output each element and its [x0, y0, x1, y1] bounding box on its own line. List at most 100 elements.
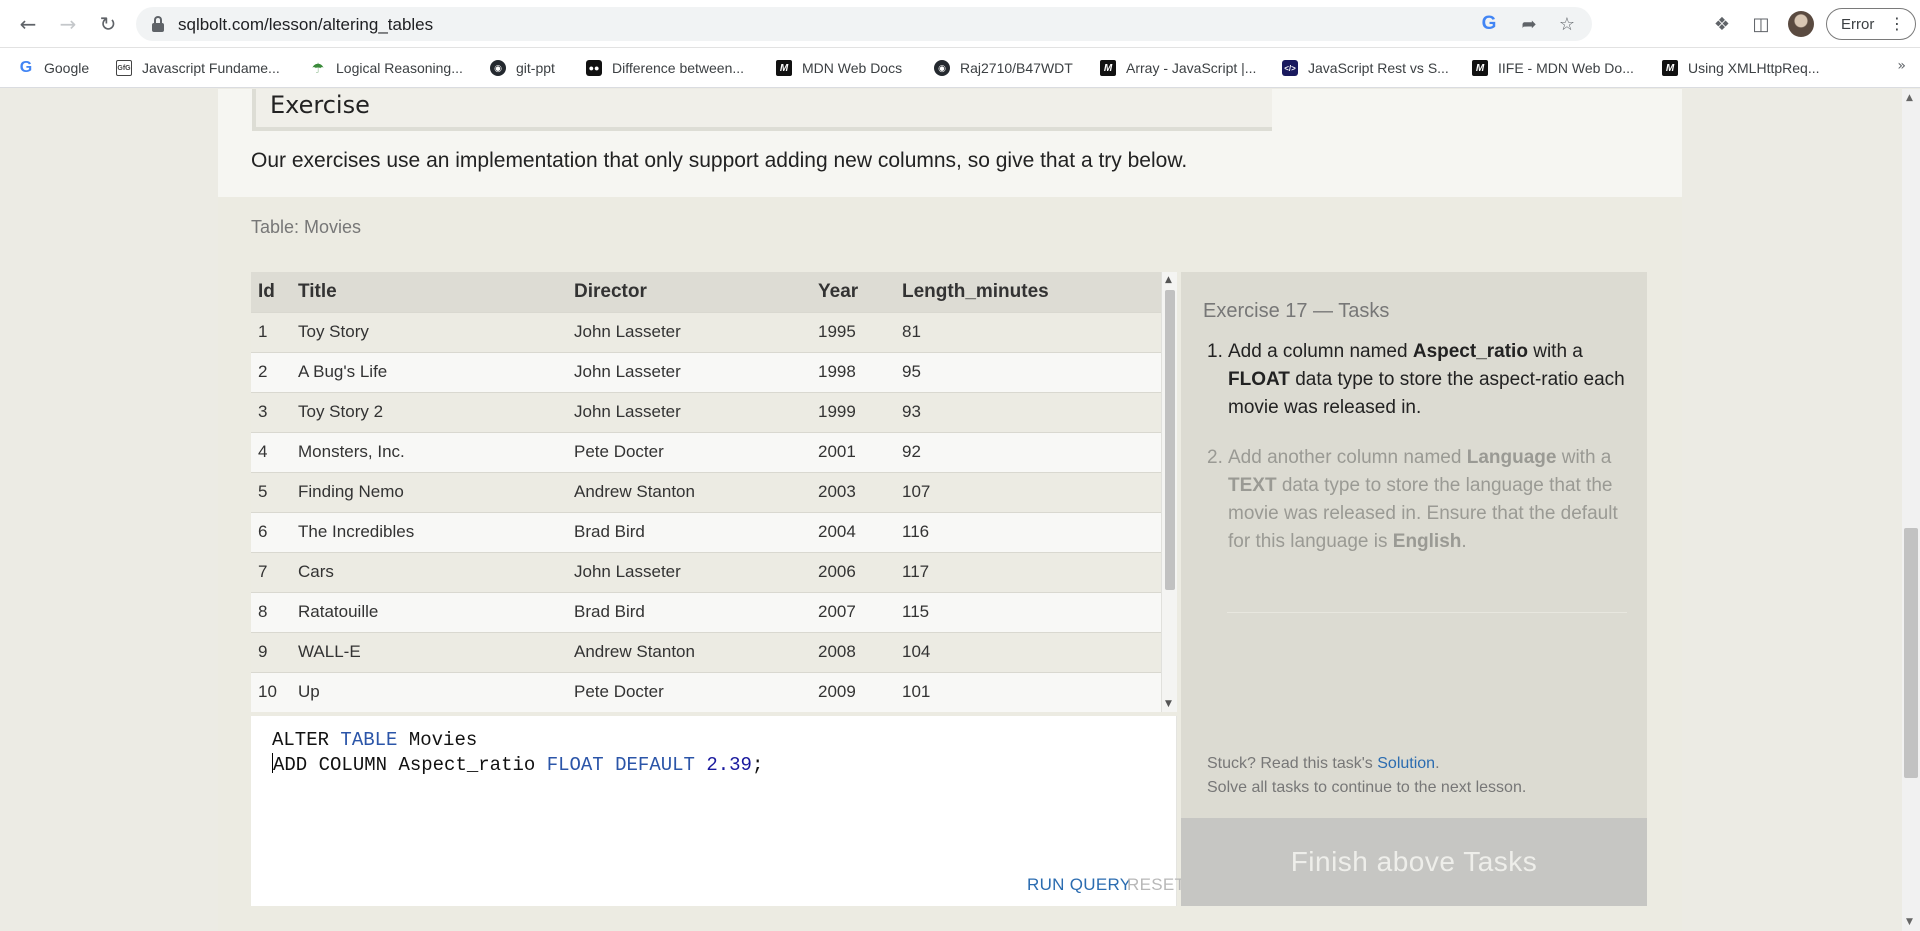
cell-director: John Lasseter — [574, 362, 681, 381]
cell-title: Toy Story — [298, 322, 369, 341]
cell-director: Andrew Stanton — [574, 642, 695, 661]
task-divider — [1227, 612, 1627, 613]
url-text[interactable]: sqlbolt.com/lesson/altering_tables — [178, 15, 433, 35]
page-scroll-thumb[interactable] — [1904, 528, 1918, 778]
star-icon[interactable]: ☆ — [1556, 13, 1578, 35]
cell-id: 7 — [258, 562, 268, 581]
cell-director: John Lasseter — [574, 402, 681, 421]
column-header-title: Title — [298, 280, 337, 302]
cell-id: 1 — [258, 322, 268, 341]
mdn-icon: M — [1100, 60, 1116, 76]
bookmark-label: Using XMLHttpReq... — [1688, 60, 1820, 76]
bookmark-array-javascript[interactable]: M Array - JavaScript |... — [1100, 54, 1256, 82]
movies-table-container[interactable]: Id Title Director Year Length_minutes 1 T… — [251, 272, 1177, 712]
bookmark-iife-mdn[interactable]: M IIFE - MDN Web Do... — [1472, 54, 1634, 82]
sql-code[interactable]: ALTER TABLE Movies ADD COLUMN Aspect_rat… — [272, 728, 763, 778]
cell-length-minutes: 107 — [902, 482, 931, 501]
bookmark-git-ppt[interactable]: ◉ git-ppt — [490, 54, 555, 82]
task-text: Add a column named Aspect_ratio with a F… — [1228, 341, 1625, 418]
cell-length-minutes: 93 — [902, 402, 921, 421]
geeksforgeeks-icon: GfG — [116, 60, 132, 76]
bookmark-google[interactable]: G Google — [18, 54, 89, 82]
cell-director: Andrew Stanton — [574, 482, 695, 501]
side-panel-icon[interactable]: ◫ — [1749, 12, 1773, 36]
forward-arrow-icon[interactable]: → — [52, 8, 84, 40]
cell-director: Brad Bird — [574, 522, 645, 541]
scroll-up-arrow-icon[interactable]: ▲ — [1906, 93, 1913, 103]
bookmark-raj2710[interactable]: ◉ Raj2710/B47WDT — [934, 54, 1073, 82]
bookmark-label: IIFE - MDN Web Do... — [1498, 60, 1634, 76]
cell-year: 2001 — [818, 442, 856, 461]
google-icon[interactable]: G — [1478, 13, 1500, 35]
scroll-up-arrow-icon[interactable]: ▲ — [1165, 275, 1172, 285]
cell-year: 1998 — [818, 362, 856, 381]
page-scrollbar[interactable]: ▲ ▼ — [1902, 89, 1920, 931]
cell-id: 9 — [258, 642, 268, 661]
scroll-down-arrow-icon[interactable]: ▼ — [1165, 699, 1172, 709]
lesson-content: Exercise Our exercises use an implementa… — [218, 89, 1682, 931]
reset-button[interactable]: RESET — [1127, 875, 1185, 895]
cell-length-minutes: 115 — [902, 602, 930, 621]
bookmark-difference-between[interactable]: ●● Difference between... — [586, 54, 744, 82]
column-header-id: Id — [258, 280, 275, 302]
scroll-down-arrow-icon[interactable]: ▼ — [1906, 917, 1913, 927]
kebab-menu-icon[interactable]: ⋮ — [1889, 14, 1905, 33]
profile-error-button[interactable]: Error ⋮ — [1826, 8, 1916, 40]
table-row: 5 Finding Nemo Andrew Stanton 2003 107 — [251, 472, 1161, 512]
github-icon: ◉ — [934, 60, 950, 76]
table-row: 7 Cars John Lasseter 2006 117 — [251, 552, 1161, 592]
table-caption: Table: Movies — [251, 217, 362, 237]
bookmark-mdn-web-docs[interactable]: M MDN Web Docs — [776, 54, 902, 82]
bookmark-label: MDN Web Docs — [802, 60, 903, 76]
table-body: 1 Toy Story John Lasseter 1995 81 2 A Bug's Li… — [251, 312, 1161, 712]
share-icon[interactable]: ➦ — [1518, 13, 1540, 35]
bookmark-using-xmlhttprequest[interactable]: M Using XMLHttpReq... — [1662, 54, 1820, 82]
cell-length-minutes: 104 — [902, 642, 931, 661]
cell-year: 2003 — [818, 482, 856, 501]
column-header-director: Director — [574, 280, 647, 302]
table-name: Movies — [408, 729, 478, 751]
bookmark-logical-reasoning[interactable]: ☂ Logical Reasoning... — [310, 54, 463, 82]
cell-title: A Bug's Life — [298, 362, 388, 381]
reload-icon[interactable]: ↻ — [92, 8, 124, 40]
mdn-icon: M — [776, 60, 792, 76]
cell-director: Pete Docter — [574, 682, 664, 702]
puzzle-icon[interactable]: ❖ — [1710, 12, 1734, 36]
statement-end: ; — [751, 754, 764, 776]
lock-icon[interactable] — [150, 16, 166, 32]
mdn-icon: M — [1472, 60, 1488, 76]
bookmarks-bar: G Google GfG Javascript Fundame... ☂ Log… — [0, 48, 1920, 88]
browser-toolbar: ← → ↻ sqlbolt.com/lesson/altering_tables… — [0, 0, 1920, 48]
table-header-row: Id Title Director Year Length_minutes — [251, 272, 1161, 312]
cell-year: 1995 — [818, 322, 856, 341]
address-bar[interactable]: sqlbolt.com/lesson/altering_tables G ➦ ☆ — [136, 7, 1592, 41]
cell-year: 2007 — [818, 602, 856, 621]
run-query-button[interactable]: RUN QUERY — [1027, 875, 1131, 895]
bookmark-label: Difference between... — [612, 60, 745, 76]
solution-link[interactable]: Solution — [1377, 755, 1435, 772]
finish-tasks-button[interactable]: Finish above Tasks — [1181, 818, 1647, 906]
avatar[interactable] — [1788, 11, 1814, 37]
cell-id: 8 — [258, 602, 268, 621]
table-row: 9 WALL-E Andrew Stanton 2008 104 — [251, 632, 1161, 672]
bookmark-javascript-rest[interactable]: </> JavaScript Rest vs S... — [1282, 54, 1449, 82]
bookmark-javascript-fundamentals[interactable]: GfG Javascript Fundame... — [116, 54, 280, 82]
sql-editor[interactable]: ALTER TABLE Movies ADD COLUMN Aspect_rat… — [251, 716, 1185, 906]
back-arrow-icon[interactable]: ← — [12, 8, 44, 40]
cell-year: 2008 — [818, 642, 856, 661]
cell-director: John Lasseter — [574, 322, 681, 341]
table-scroll-thumb[interactable] — [1165, 290, 1175, 590]
cell-year: 2009 — [818, 682, 856, 702]
cell-length-minutes: 117 — [902, 562, 930, 581]
cell-year: 2004 — [818, 522, 856, 541]
cell-director: Brad Bird — [574, 602, 645, 621]
cell-director: John Lasseter — [574, 562, 681, 581]
table-row: 1 Toy Story John Lasseter 1995 81 — [251, 312, 1161, 352]
tasks-panel: Exercise 17 — Tasks 1. Add a column name… — [1181, 272, 1647, 906]
table-scrollbar[interactable]: ▲ ▼ — [1161, 272, 1177, 712]
chevron-right-icon[interactable]: » — [1897, 58, 1906, 74]
keyword: DEFAULT — [615, 754, 695, 776]
table-row: 10 Up Pete Docter 2009 101 — [251, 672, 1161, 712]
table-row: 2 A Bug's Life John Lasseter 1998 95 — [251, 352, 1161, 392]
cell-year: 1999 — [818, 402, 856, 421]
